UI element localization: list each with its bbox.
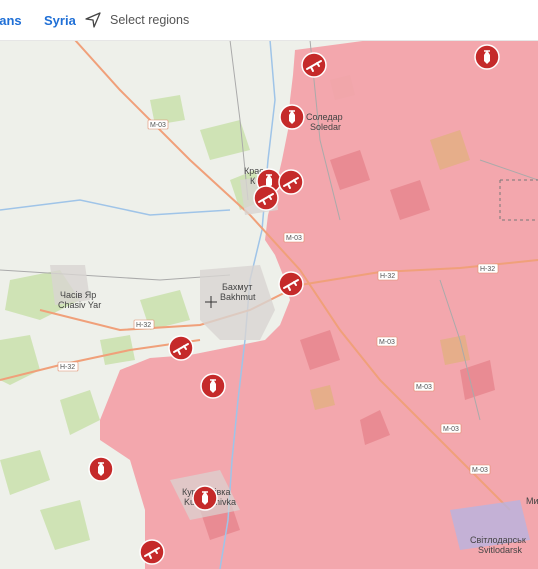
road-label-h32-c: H-32 [136,322,151,329]
gun-icon[interactable] [139,539,165,565]
road-label-m03-e: M-03 [443,426,459,433]
road-label-m03-f: M-03 [472,467,488,474]
tab-balkans[interactable]: kans [0,13,22,28]
navigation-arrow-icon [85,12,101,28]
gun-icon[interactable] [278,169,304,195]
top-navigation-bar: kans Syria Select regions [0,0,538,41]
road-label-h32-b: H-32 [480,266,495,273]
label-chasiv-uk: Часів Яр [60,290,96,300]
road-label-h32-a: H-32 [380,273,395,280]
label-svitlodarsk-uk: Світлодарськ [470,535,526,545]
label-myr-partial: Ми [526,496,538,506]
label-krasna-en: К [250,176,256,186]
label-soledar-uk: Соледар [306,112,343,122]
bomb-icon[interactable] [200,373,226,399]
select-regions-button[interactable]: Select regions [84,10,189,30]
label-bakhmut-uk: Бахмут [222,282,252,292]
map-canvas[interactable]: M-03 M-03 M-03 M-03 M-03 M-03 H-32 H-32 … [0,40,538,569]
gun-icon[interactable] [301,52,327,78]
gun-icon[interactable] [168,335,194,361]
label-bakhmut-en: Bakhmut [220,292,256,302]
road-label-m03-d: M-03 [416,384,432,391]
gun-icon[interactable] [278,271,304,297]
label-chasiv-en: Chasiv Yar [58,300,101,310]
select-regions-label: Select regions [110,13,190,27]
bomb-icon[interactable] [474,44,500,70]
road-label-h32-d: H-32 [60,364,75,371]
bomb-icon[interactable] [279,104,305,130]
bomb-icon[interactable] [192,485,218,511]
gun-icon[interactable] [253,185,279,211]
label-svitlodarsk-en: Svitlodarsk [478,545,523,555]
label-soledar-en: Soledar [310,122,341,132]
tab-syria[interactable]: Syria [44,13,76,28]
bomb-icon[interactable] [88,456,114,482]
road-label-m03-a: M-03 [150,122,166,129]
road-label-m03-c: M-03 [379,339,395,346]
road-label-m03-b: M-03 [286,235,302,242]
